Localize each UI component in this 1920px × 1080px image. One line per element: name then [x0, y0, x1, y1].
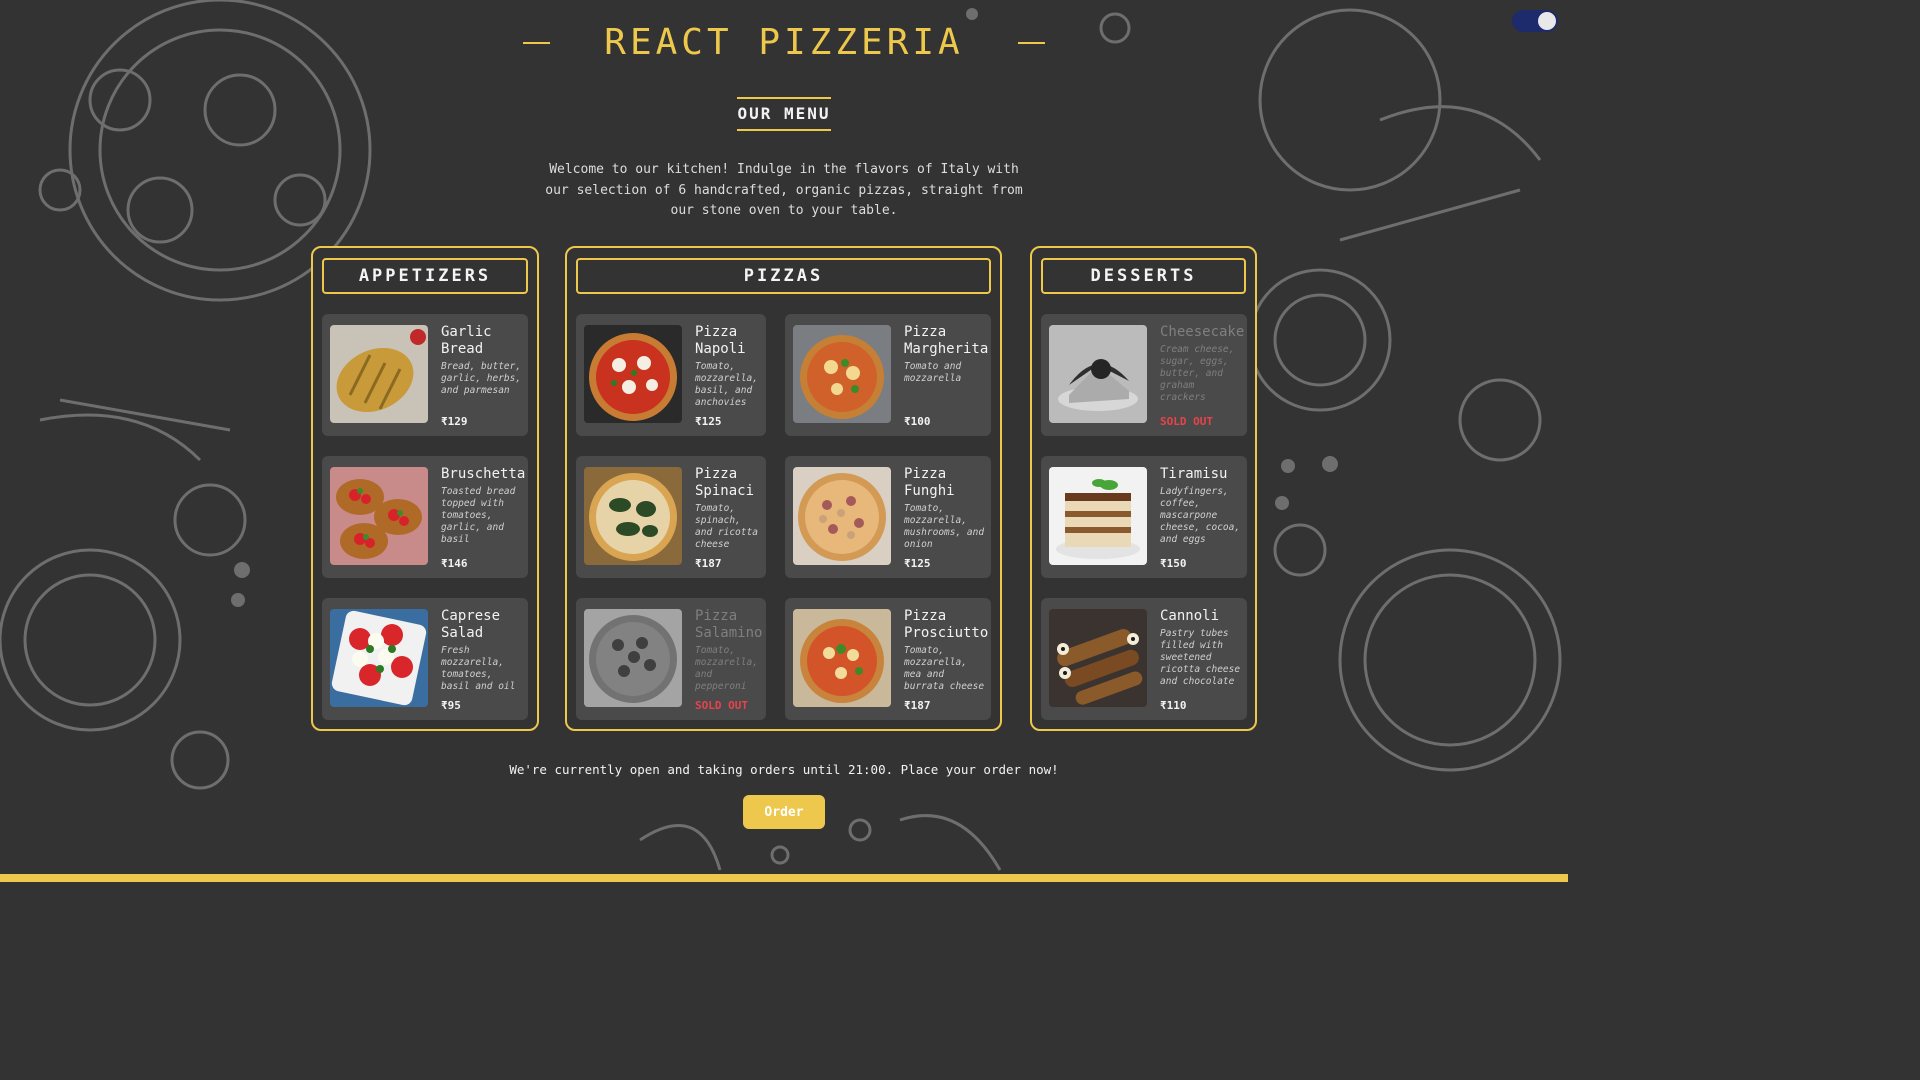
item-name: Pizza Funghi [904, 466, 955, 499]
item-name: Pizza Salamino [695, 608, 763, 641]
desserts-heading: DESSERTS [1041, 258, 1246, 294]
item-description: Tomato, mozzarella, basil, and anchovies [695, 361, 758, 408]
menu-item-tiramisu[interactable]: Tiramisu Ladyfingers, coffee, mascarpone… [1041, 456, 1247, 578]
item-price: ₹150 [1160, 557, 1187, 570]
item-price: ₹146 [441, 557, 468, 570]
menu-item-pizza-funghi[interactable]: Pizza Funghi Tomato, mozzarella, mushroo… [785, 456, 991, 578]
opening-hours-message: We're currently open and taking orders u… [509, 762, 1059, 777]
item-name: Garlic Bread [441, 324, 492, 357]
item-price: ₹129 [441, 415, 468, 428]
item-price: ₹187 [904, 699, 931, 712]
menu-item-bruschetta[interactable]: Bruschetta Toasted bread topped with tom… [322, 456, 528, 578]
order-button[interactable]: Order [743, 795, 825, 829]
garlic-bread-image [330, 325, 428, 423]
pizza-image [584, 467, 682, 565]
item-description: Toasted bread topped with tomatoes, garl… [441, 486, 516, 545]
item-description: Tomato, mozzarella, mea and burrata chee… [904, 645, 985, 692]
item-description: Ladyfingers, coffee, mascarpone cheese, … [1160, 486, 1241, 545]
item-name: Pizza Margherita [904, 324, 989, 357]
bruschetta-image [330, 467, 428, 565]
menu-item-cannoli[interactable]: Cannoli Pastry tubes filled with sweeten… [1041, 598, 1247, 720]
item-name: Cheesecake [1160, 324, 1245, 340]
pizzas-panel: PIZZAS Pizza Napoli Tomato, mozzarella, … [565, 246, 1002, 731]
cheesecake-image [1049, 325, 1147, 423]
item-price: ₹110 [1160, 699, 1187, 712]
item-name: Pizza Napoli [695, 324, 746, 357]
menu-item-pizza-margherita[interactable]: Pizza Margherita Tomato and mozzarella ₹… [785, 314, 991, 436]
menu-item-pizza-spinaci[interactable]: Pizza Spinaci Tomato, spinach, and ricot… [576, 456, 766, 578]
appetizers-panel: APPETIZERS Garlic Bread Bread, butter, g… [311, 246, 539, 731]
caprese-salad-image [330, 609, 428, 707]
menu-item-pizza-prosciutto[interactable]: Pizza Prosciutto Tomato, mozzarella, mea… [785, 598, 991, 720]
pizza-image [793, 325, 891, 423]
item-price: ₹100 [904, 415, 931, 428]
pizzas-heading: PIZZAS [576, 258, 991, 294]
menu-item-pizza-salamino[interactable]: Pizza Salamino Tomato, mozzarella, and p… [576, 598, 766, 720]
menu-item-cheesecake[interactable]: Cheesecake Cream cheese, sugar, eggs, bu… [1041, 314, 1247, 436]
menu-item-garlic-bread[interactable]: Garlic Bread Bread, butter, garlic, herb… [322, 314, 528, 436]
desserts-panel: DESSERTS Cheesecake Cream cheese, sugar,… [1030, 246, 1257, 731]
menu-subtitle: OUR MENU [737, 97, 831, 131]
cannoli-image [1049, 609, 1147, 707]
item-price: ₹187 [695, 557, 722, 570]
sold-out-badge: SOLD OUT [695, 699, 748, 712]
page-title: REACT PIZZERIA [604, 22, 964, 63]
item-name: Cannoli [1160, 608, 1220, 624]
pizza-image [793, 609, 891, 707]
pizza-image [793, 467, 891, 565]
menu-item-pizza-napoli[interactable]: Pizza Napoli Tomato, mozzarella, basil, … [576, 314, 766, 436]
title-dash-right [1018, 42, 1045, 44]
item-description: Fresh mozzarella, tomatoes, basil and oi… [441, 645, 516, 692]
item-description: Cream cheese, sugar, eggs, butter, and g… [1160, 344, 1235, 403]
item-price: ₹125 [695, 415, 722, 428]
item-name: Pizza Prosciutto [904, 608, 989, 641]
item-description: Tomato, mozzarella, and pepperoni [695, 645, 758, 692]
sold-out-badge: SOLD OUT [1160, 415, 1213, 428]
item-name: Pizza Spinaci [695, 466, 755, 499]
item-description: Pastry tubes filled with sweetened ricot… [1160, 628, 1241, 687]
item-description: Bread, butter, garlic, herbs, and parmes… [441, 361, 522, 396]
appetizers-heading: APPETIZERS [322, 258, 528, 294]
item-description: Tomato and mozzarella [904, 361, 962, 384]
menu-item-caprese-salad[interactable]: Caprese Salad Fresh mozzarella, tomatoes… [322, 598, 528, 720]
pizza-image [584, 609, 682, 707]
item-description: Tomato, mozzarella, mushrooms, and onion [904, 503, 985, 550]
item-name: Tiramisu [1160, 466, 1228, 482]
item-price: ₹95 [441, 699, 461, 712]
intro-text: Welcome to our kitchen! Indulge in the f… [545, 162, 1023, 218]
pizza-image [584, 325, 682, 423]
tiramisu-image [1049, 467, 1147, 565]
bottom-accent-bar [0, 874, 1568, 882]
item-name: Bruschetta [441, 466, 526, 482]
item-price: ₹125 [904, 557, 931, 570]
item-name: Caprese Salad [441, 608, 501, 641]
item-description: Tomato, spinach, and ricotta cheese [695, 503, 758, 550]
